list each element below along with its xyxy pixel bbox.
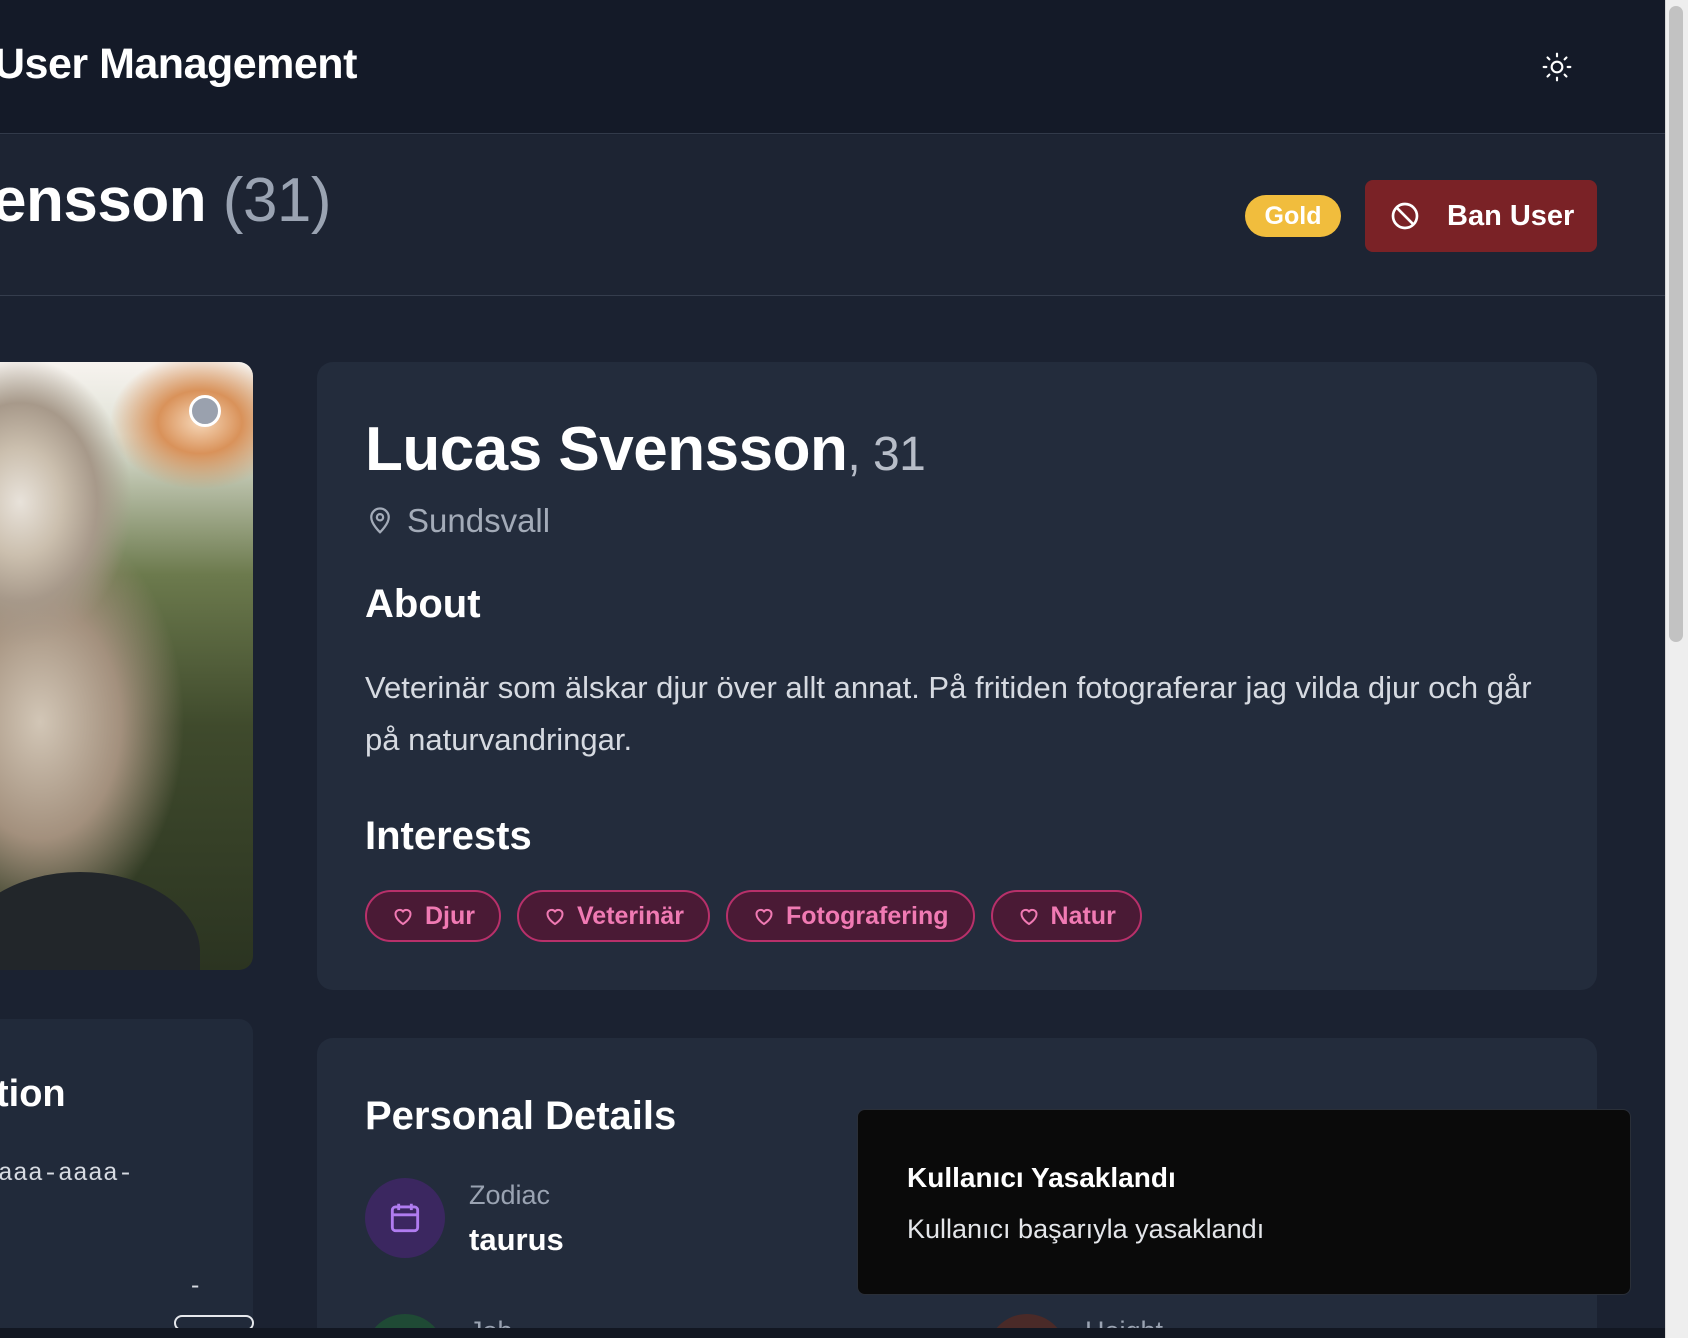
user-subheader: ensson (31) Gold Ban User — [0, 135, 1665, 296]
membership-badge: Gold — [1245, 195, 1341, 237]
interest-chip[interactable]: Natur — [990, 890, 1142, 942]
interest-label: Natur — [1050, 901, 1116, 930]
online-status-dot — [189, 395, 221, 427]
ban-icon — [1391, 202, 1419, 230]
sun-icon — [1542, 52, 1572, 82]
map-pin-icon — [370, 507, 390, 534]
heart-icon — [394, 908, 412, 926]
account-info-card: tion aaa-aaaa- - — [0, 1019, 253, 1338]
scrollbar-thumb[interactable] — [1669, 6, 1683, 642]
user-heading-name: ensson — [0, 166, 207, 235]
profile-location: Sundsvall — [365, 502, 550, 540]
interests-heading: Interests — [365, 814, 532, 858]
user-id-value: aaa-aaaa- — [0, 1159, 134, 1188]
interest-label: Veterinär — [577, 901, 685, 930]
profile-age: , 31 — [847, 428, 926, 481]
zodiac-label: Zodiac — [469, 1180, 551, 1210]
profile-name: Lucas Svensson, 31 — [365, 414, 926, 485]
account-info-title: tion — [0, 1073, 66, 1115]
about-heading: About — [365, 582, 481, 626]
profile-photo[interactable] — [0, 362, 253, 970]
ban-user-label: Ban User — [1447, 199, 1575, 232]
interest-chip[interactable]: Fotografering — [726, 890, 975, 942]
zodiac-icon-circle — [365, 1178, 445, 1258]
heart-icon — [1020, 908, 1038, 926]
toast-title: Kullanıcı Yasaklandı — [907, 1162, 1176, 1193]
profile-full-name: Lucas Svensson — [365, 415, 848, 484]
interest-label: Djur — [425, 901, 475, 930]
theme-toggle-button[interactable] — [1536, 46, 1578, 88]
toast-description: Kullanıcı başarıyla yasaklandı — [907, 1214, 1265, 1244]
personal-details-heading: Personal Details — [365, 1094, 677, 1138]
empty-value-dash: - — [191, 1271, 200, 1299]
location-text: Sundsvall — [407, 502, 551, 539]
toast-notification[interactable]: Kullanıcı Yasaklandı Kullanıcı başarıyla… — [857, 1109, 1631, 1295]
zodiac-value: taurus — [469, 1222, 564, 1257]
top-bar: User Management — [0, 0, 1665, 134]
bottom-edge — [0, 1328, 1665, 1338]
ban-user-button[interactable]: Ban User — [1365, 180, 1597, 252]
calendar-icon — [390, 1203, 420, 1233]
photo-shoulder — [0, 872, 200, 970]
interest-chip[interactable]: Veterinär — [517, 890, 711, 942]
about-text: Veterinär som älskar djur över allt anna… — [365, 670, 1532, 757]
heart-icon — [546, 908, 564, 926]
user-heading-age: (31) — [222, 166, 332, 235]
user-heading: ensson (31) — [0, 165, 332, 236]
heart-icon — [755, 908, 773, 926]
interests-list: Djur Veterinär Fotografering Natur — [365, 890, 1142, 942]
app-title: User Management — [0, 40, 357, 88]
interest-label: Fotografering — [786, 901, 949, 930]
interest-chip[interactable]: Djur — [365, 890, 501, 942]
profile-card: Lucas Svensson, 31 Sundsvall About Veter… — [317, 362, 1597, 990]
